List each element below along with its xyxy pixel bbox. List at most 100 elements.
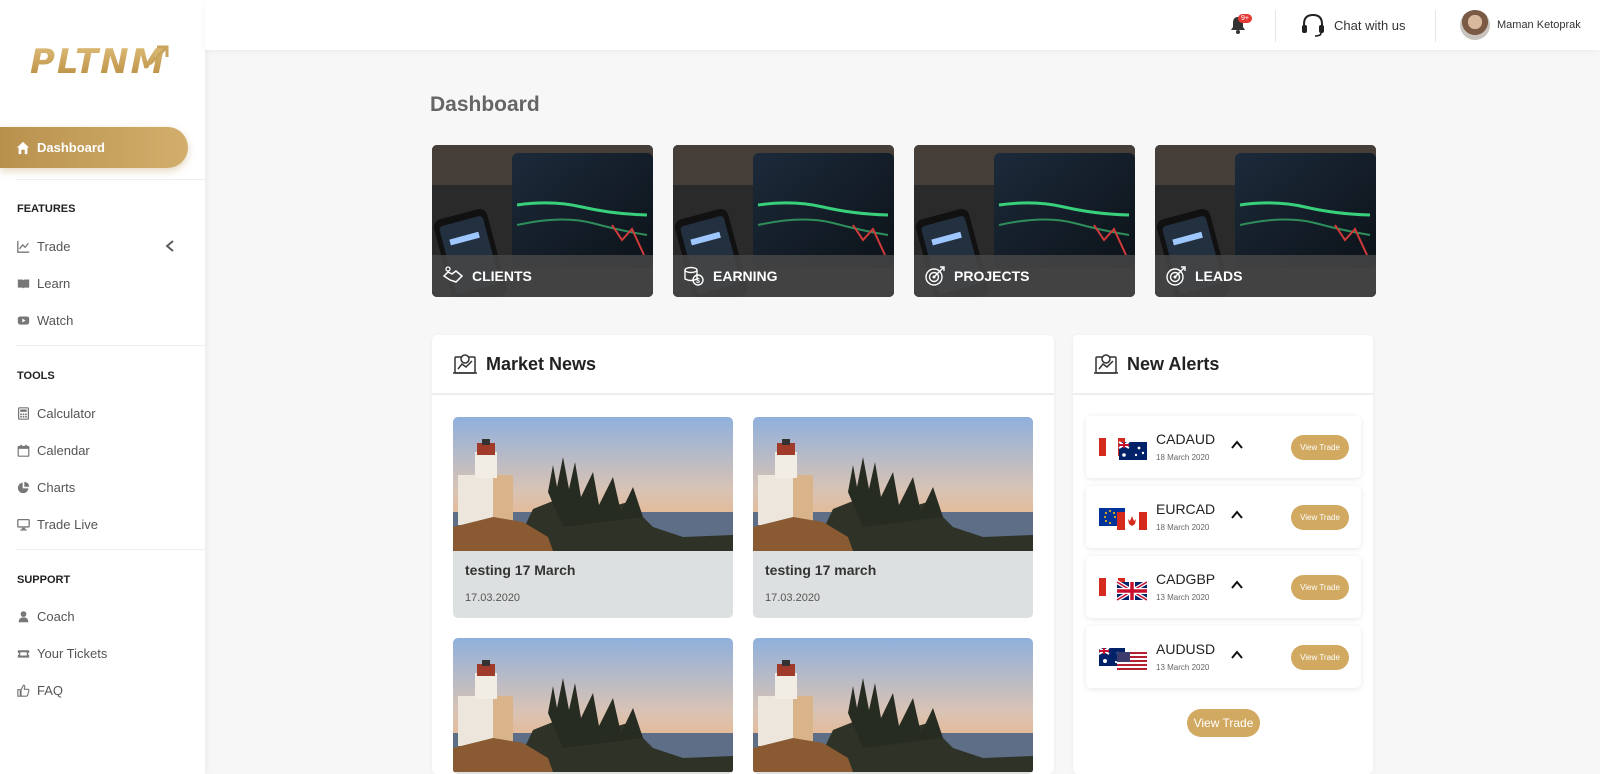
sidebar-item-label: FAQ (37, 682, 64, 698)
panel-header: Market News (432, 335, 1054, 395)
stat-card-bar: PROJECTS (914, 255, 1135, 297)
arrow-up-right-icon (148, 45, 169, 66)
news-card[interactable] (753, 638, 1033, 774)
chevron-up-icon[interactable] (1231, 440, 1243, 450)
news-title: testing 17 March (465, 562, 576, 578)
view-trade-button[interactable]: View Trade (1291, 505, 1349, 530)
stat-card-earning[interactable]: $ EARNING (673, 145, 894, 297)
sidebar-item-watch[interactable]: Watch (17, 308, 187, 332)
panel-title: Market News (486, 353, 597, 374)
user-menu[interactable]: Maman Ketoprak (1460, 10, 1581, 40)
line-chart-icon (17, 240, 30, 253)
sidebar-item-your-tickets[interactable]: Your Tickets (17, 641, 187, 665)
sidebar-item-label: Dashboard (37, 140, 105, 155)
chevron-up-icon[interactable] (1231, 650, 1243, 660)
alert-row[interactable]: CADGBP 13 March 2020 View Trade (1086, 556, 1361, 618)
sidebar-item-learn[interactable]: Learn (17, 271, 187, 295)
chevron-up-icon[interactable] (1231, 580, 1243, 590)
stat-card-bar: CLIENTS (432, 255, 653, 297)
sidebar-item-label: Trade Live (37, 516, 98, 532)
avatar (1460, 10, 1490, 40)
alert-date: 18 March 2020 (1156, 453, 1210, 462)
stat-card-projects[interactable]: PROJECTS (914, 145, 1135, 297)
view-trade-button-main[interactable]: View Trade (1187, 709, 1260, 737)
sidebar-item-label: Trade (37, 238, 71, 254)
calculator-icon (18, 406, 29, 420)
sidebar-item-calendar[interactable]: Calendar (17, 438, 187, 462)
chat-label: Chat with us (1334, 17, 1406, 33)
sidebar-item-trade[interactable]: Trade (17, 234, 187, 258)
pie-chart-icon (17, 481, 30, 493)
flag-pair-icon (1099, 578, 1147, 602)
panel-header: New Alerts (1073, 335, 1373, 395)
sidebar-item-label: Watch (37, 312, 74, 328)
news-title: testing 17 march (765, 562, 877, 578)
sidebar-item-calculator[interactable]: Calculator (17, 401, 187, 425)
alert-row[interactable]: CADAUD 18 March 2020 View Trade (1086, 416, 1361, 478)
stat-card-bar: LEADS (1155, 255, 1376, 297)
alert-date: 13 March 2020 (1156, 663, 1210, 672)
user-icon (18, 610, 29, 622)
divider (16, 179, 205, 180)
currency-pair: AUDUSD (1156, 641, 1216, 657)
home-icon (16, 141, 30, 154)
stat-card-label: LEADS (1195, 268, 1243, 284)
flag-pair-icon (1099, 438, 1147, 460)
news-card[interactable]: testing 17 March 17.03.2020 (453, 417, 733, 618)
news-image (453, 417, 733, 551)
handshake-icon (442, 266, 464, 283)
stat-card-leads[interactable]: LEADS (1155, 145, 1376, 297)
news-card[interactable]: testing 17 march 17.03.2020 (753, 417, 1033, 618)
sidebar-item-label: Learn (37, 275, 71, 291)
view-trade-button[interactable]: View Trade (1291, 435, 1349, 460)
divider (1435, 10, 1436, 42)
news-card[interactable] (453, 638, 733, 774)
sidebar-item-charts[interactable]: Charts (17, 475, 187, 499)
coins-icon: $ (684, 266, 704, 286)
calendar-icon (17, 444, 30, 457)
chevron-up-icon[interactable] (1231, 510, 1243, 520)
sidebar-item-dashboard[interactable]: Dashboard (0, 127, 188, 168)
headset-icon (1302, 13, 1324, 37)
currency-pair: CADAUD (1156, 431, 1216, 447)
stat-card-label: PROJECTS (954, 268, 1030, 284)
flag-pair-icon (1099, 647, 1147, 670)
thumbs-up-icon (17, 684, 30, 697)
brand-logo[interactable]: PLTNM (30, 42, 180, 90)
top-bar: 9+ Chat with us Maman Ketoprak (205, 0, 1600, 50)
sidebar-item-label: Calendar (37, 442, 90, 458)
target-icon (925, 266, 945, 286)
chat-with-us-button[interactable]: Chat with us (1300, 12, 1406, 38)
divider (16, 549, 205, 550)
notification-badge: 9+ (1238, 14, 1252, 23)
sidebar-item-coach[interactable]: Coach (17, 604, 187, 628)
news-image (453, 638, 733, 772)
sidebar-item-faq[interactable]: FAQ (17, 678, 187, 702)
news-image (753, 638, 1033, 772)
flag-pair-icon (1099, 508, 1147, 530)
sidebar-item-trade-live[interactable]: Trade Live (17, 512, 187, 536)
stat-card-clients[interactable]: CLIENTS (432, 145, 653, 297)
target-icon (1166, 266, 1186, 286)
section-title-features: FEATURES (17, 203, 76, 215)
alert-row[interactable]: EURCAD 18 March 2020 View Trade (1086, 486, 1361, 548)
sidebar-item-label: Coach (37, 608, 75, 624)
view-trade-button[interactable]: View Trade (1291, 575, 1349, 600)
sidebar: PLTNM Dashboard FEATURES Trade Learn Wat… (0, 0, 205, 774)
video-icon (17, 315, 30, 325)
monitor-icon (17, 518, 30, 531)
currency-pair: CADGBP (1156, 571, 1216, 587)
user-name: Maman Ketoprak (1497, 19, 1581, 31)
chevron-left-icon[interactable] (165, 240, 175, 252)
page-title: Dashboard (430, 93, 540, 116)
section-title-tools: TOOLS (17, 370, 55, 382)
sidebar-item-label: Calculator (37, 405, 96, 421)
market-news-panel: Market News testing 17 March 17.03.2020 … (432, 335, 1054, 774)
panel-title: New Alerts (1127, 353, 1220, 374)
divider (16, 345, 205, 346)
news-date: 17.03.2020 (765, 592, 821, 604)
view-trade-button[interactable]: View Trade (1291, 645, 1349, 670)
alert-date: 18 March 2020 (1156, 523, 1210, 532)
alert-row[interactable]: AUDUSD 13 March 2020 View Trade (1086, 626, 1361, 688)
svg-text:$: $ (696, 278, 700, 285)
